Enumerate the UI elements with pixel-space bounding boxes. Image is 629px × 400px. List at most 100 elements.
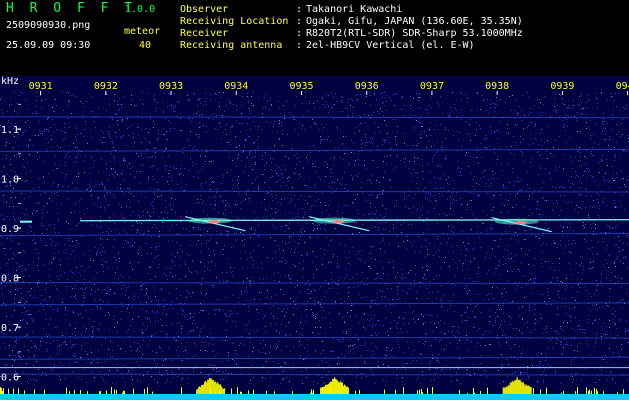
activity-bar	[345, 385, 347, 394]
activity-bar	[220, 390, 221, 394]
activity-bar	[237, 387, 238, 394]
activity-bar	[597, 391, 598, 394]
activity-bar	[274, 391, 275, 394]
antenna-label: Receiving antenna	[180, 40, 283, 51]
y-tick-label: 0.8	[1, 274, 19, 285]
activity-bar	[80, 390, 81, 394]
antenna-colon: :	[296, 40, 303, 51]
activity-bar	[8, 388, 9, 394]
activity-bar	[216, 383, 218, 394]
activity-bar	[221, 386, 223, 394]
antenna-value: 2el-HB9CV Vertical (el. E-W)	[306, 40, 475, 51]
activity-bar	[517, 391, 518, 394]
activity-bar	[211, 378, 213, 394]
activity-bar	[324, 386, 326, 394]
activity-bar	[528, 386, 530, 394]
activity-bar	[321, 387, 323, 394]
activity-bar	[511, 380, 513, 394]
activity-bar	[34, 389, 35, 394]
activity-bar	[508, 385, 510, 394]
app-version: 1.0.0	[125, 4, 156, 15]
x-tick-label: 0939	[550, 81, 574, 92]
observer-value: Takanori Kawachi	[306, 4, 403, 15]
activity-bar	[335, 378, 337, 394]
meteor-count: 40	[139, 40, 152, 51]
activity-bar	[530, 386, 532, 394]
activity-bar	[253, 389, 254, 394]
timestamp: 25.09.09 09:30	[6, 40, 91, 51]
activity-bar	[74, 389, 75, 394]
activity-bar	[589, 389, 590, 394]
activity-bar	[204, 381, 206, 394]
meteor-label: meteor	[124, 26, 161, 37]
activity-bar	[339, 382, 341, 394]
activity-bar	[505, 386, 507, 394]
activity-bar	[331, 381, 333, 394]
activity-bar	[516, 377, 518, 394]
activity-bar	[24, 390, 25, 394]
x-tick-label: 0935	[289, 81, 313, 92]
activity-bar	[0, 387, 1, 394]
meteor-echo-core	[514, 221, 527, 225]
activity-bar	[87, 391, 88, 394]
activity-bar	[509, 382, 511, 394]
x-tick-label: 0938	[485, 81, 509, 92]
activity-bar	[507, 385, 509, 394]
activity-bar	[310, 392, 311, 394]
activity-bar	[527, 385, 529, 394]
spectrogram-chart: kHz 0931 0932 0933 0934 0935 0936 0937 0938 0939…	[0, 76, 629, 400]
activity-bar	[355, 390, 356, 394]
activity-bar	[522, 381, 524, 394]
activity-bar	[44, 389, 45, 394]
activity-bar	[344, 384, 346, 394]
activity-bar	[213, 380, 215, 394]
activity-bar	[384, 389, 385, 394]
activity-bar	[99, 391, 100, 394]
activity-bar	[333, 378, 335, 394]
activity-bar	[200, 386, 202, 394]
activity-bar	[322, 387, 323, 394]
observer-label: Observer	[180, 4, 229, 15]
activity-bar	[617, 392, 618, 394]
activity-bar	[199, 386, 201, 394]
activity-bar	[523, 383, 525, 394]
activity-bar	[201, 384, 203, 394]
activity-bar	[517, 379, 519, 394]
activity-bar	[241, 392, 242, 394]
activity-bar	[467, 392, 468, 394]
activity-bar	[292, 391, 293, 394]
activity-bar	[205, 380, 207, 394]
x-tick-label: 0932	[94, 81, 118, 92]
activity-bar	[207, 379, 209, 394]
activity-bar	[506, 386, 508, 394]
activity-bar	[2, 390, 3, 394]
activity-bar	[106, 390, 107, 394]
activity-bar	[525, 384, 527, 394]
activity-bar	[422, 392, 423, 394]
location-value: Ogaki, Gifu, JAPAN (136.60E, 35.35N)	[306, 16, 523, 27]
activity-bar	[515, 379, 517, 394]
y-tick-label: 1.1	[1, 125, 19, 136]
activity-bar	[217, 382, 219, 394]
activity-bar	[419, 389, 420, 394]
activity-bar	[459, 389, 460, 394]
activity-bar	[326, 384, 328, 394]
activity-bar	[586, 387, 587, 394]
activity-bar	[346, 386, 348, 394]
activity-bar	[594, 388, 595, 394]
activity-bar	[327, 384, 329, 394]
activity-bar	[69, 391, 70, 394]
activity-bar	[248, 390, 249, 394]
meteor-echo-core	[332, 220, 345, 224]
activity-bar	[421, 389, 422, 394]
activity-bar	[208, 379, 210, 394]
activity-baseline	[0, 394, 629, 400]
activity-bar	[395, 389, 396, 394]
activity-bar	[427, 387, 428, 394]
file-name: 2509090930.png	[6, 20, 91, 31]
activity-bar	[147, 387, 148, 394]
activity-bar	[66, 387, 67, 394]
activity-bar	[202, 384, 204, 394]
activity-bar	[519, 380, 521, 394]
activity-bar	[325, 384, 327, 394]
